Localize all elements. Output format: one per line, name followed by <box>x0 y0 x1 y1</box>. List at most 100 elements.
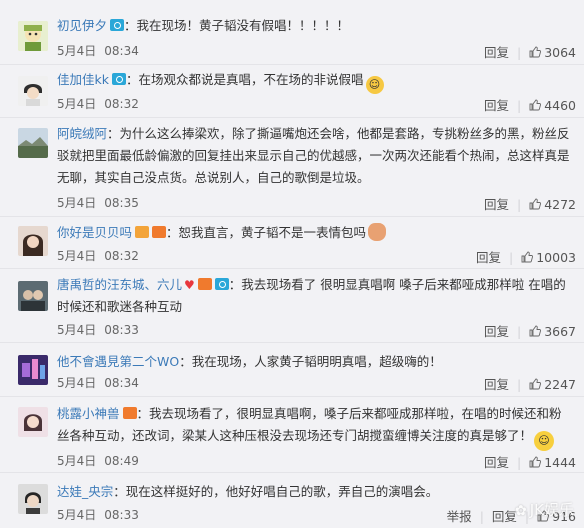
avatar[interactable] <box>18 407 48 437</box>
crown-icon <box>135 226 150 238</box>
comment-date: 5月4日 <box>57 97 97 111</box>
smirk-emoji-icon: ☺ <box>365 76 384 94</box>
comment-actions: 回复 | 2247 <box>484 374 576 393</box>
comment-text: 达娃_央宗：现在这样挺好的，他好好唱自己的歌，弄自己的演唱会。 <box>57 481 570 503</box>
avatar[interactable] <box>18 76 48 106</box>
reply-button[interactable]: 回复 <box>484 45 509 60</box>
like-button[interactable]: 4272 <box>529 197 576 212</box>
divider: | <box>516 98 522 113</box>
comment-actions: 回复 | 4460 <box>484 95 576 114</box>
comment-time: 08:32 <box>104 249 139 263</box>
comment-actions: 回复 | 3064 <box>484 42 576 61</box>
like-count: 10003 <box>536 250 576 265</box>
cam-icon <box>111 73 126 85</box>
reply-button[interactable]: 回复 <box>484 455 509 470</box>
like-count: 4460 <box>544 98 576 113</box>
like-button[interactable]: 3064 <box>529 45 576 60</box>
comment-text: 初见伊夕 ：我在现场！黄子韬没有假唱！！！！！ <box>57 15 570 37</box>
comment-meta: 5月4日 08:34 <box>57 42 147 59</box>
divider: | <box>509 250 514 265</box>
avatar[interactable] <box>18 226 48 256</box>
comment-date: 5月4日 <box>57 376 97 390</box>
thumb-up-icon <box>529 456 542 468</box>
comment-date: 5月4日 <box>57 196 97 210</box>
thumb-up-icon <box>529 46 542 58</box>
like-count: 1444 <box>544 455 576 470</box>
like-count: 4272 <box>544 197 576 212</box>
thumb-up-icon <box>529 99 542 111</box>
comment-time: 08:33 <box>104 323 139 337</box>
comment-date: 5月4日 <box>57 44 97 58</box>
username-link[interactable]: 佳加佳kk <box>57 72 109 87</box>
reply-button[interactable]: 回复 <box>492 509 517 524</box>
comment-text: 佳加佳kk ：在场观众都说是真唱，不在场的非说假唱 ☺ <box>57 69 570 94</box>
username-link[interactable]: 你好是贝贝吗 <box>57 225 132 240</box>
comment-item: 你好是贝贝吗 ：恕我直言，黄子韬不是一表情包吗 5月4日 08:32 回复 | 1000… <box>0 217 584 269</box>
vip-icon <box>197 278 212 290</box>
reply-button[interactable]: 回复 <box>476 250 501 265</box>
avatar[interactable] <box>18 355 48 385</box>
reply-button[interactable]: 回复 <box>484 377 509 392</box>
like-count: 2247 <box>544 377 576 392</box>
comment-item: 达娃_央宗：现在这样挺好的，他好好唱自己的歌，弄自己的演唱会。 5月4日 08:3… <box>0 473 584 528</box>
comment-meta: 5月4日 08:32 <box>57 247 147 264</box>
comment-meta: 5月4日 08:33 <box>57 321 147 338</box>
comment-body: ：我在现场！黄子韬没有假唱！！！！！ <box>124 18 350 33</box>
poop-emoji-icon <box>368 223 387 241</box>
thumb-up-icon <box>521 251 534 263</box>
watermark-text: JK娱乐 <box>529 501 574 519</box>
like-button[interactable]: 4460 <box>529 98 576 113</box>
wechat-logo-icon: ✿ <box>515 503 527 519</box>
thumb-up-icon <box>529 378 542 390</box>
comment-item: 佳加佳kk ：在场观众都说是真唱，不在场的非说假唱 ☺ 5月4日 08:32 回复 | 4… <box>0 65 584 118</box>
comment-date: 5月4日 <box>57 323 97 337</box>
comment-body: ：现在这样挺好的，他好好唱自己的歌，弄自己的演唱会。 <box>113 484 439 499</box>
avatar[interactable] <box>18 281 48 311</box>
thumb-up-icon <box>529 325 542 337</box>
avatar[interactable] <box>18 128 48 158</box>
reply-button[interactable]: 回复 <box>484 324 509 339</box>
smile-emoji-icon: ☺ <box>534 431 555 451</box>
like-button[interactable]: 3667 <box>529 324 576 339</box>
comment-text: 桃露小神兽 ：我去现场看了，很明显真唱啊，嗓子后来都哑成那样啦，在唱的时候还和粉丝… <box>57 403 570 451</box>
comment-item: 他不會遇見第二个WO：我在现场，人家黄子韬明明真唱，超级嗨的！ 5月4日 08:3… <box>0 343 584 397</box>
username-link[interactable]: 初见伊夕 <box>57 18 107 33</box>
comment-body: ：在场观众都说是真唱，不在场的非说假唱 <box>125 72 364 87</box>
username-link[interactable]: 桃露小神兽 <box>57 406 120 421</box>
username-link[interactable]: 他不會遇見第二个WO <box>57 354 179 369</box>
comment-time: 08:34 <box>104 376 139 390</box>
like-button[interactable]: 1444 <box>529 455 576 470</box>
comment-meta: 5月4日 08:32 <box>57 95 147 112</box>
comment-time: 08:32 <box>104 97 139 111</box>
username-link[interactable]: 唐禹哲的汪东城、六儿 <box>57 277 182 292</box>
avatar[interactable] <box>18 21 48 51</box>
comment-date: 5月4日 <box>57 249 97 263</box>
divider: | <box>516 377 522 392</box>
like-count: 3667 <box>544 324 576 339</box>
comment-body: ：恕我直言，黄子韬不是一表情包吗 <box>166 225 367 240</box>
comment-item: 桃露小神兽 ：我去现场看了，很明显真唱啊，嗓子后来都哑成那样啦，在唱的时候还和粉丝… <box>0 397 584 473</box>
comment-item: 唐禹哲的汪东城、六儿 ♥ ：我去现场看了 很明显真唱啊 嗓子后来都哑成那样啦 在唱的… <box>0 269 584 343</box>
divider: | <box>516 455 522 470</box>
comment-time: 08:49 <box>104 454 139 468</box>
comment-body: ：我在现场，人家黄子韬明明真唱，超级嗨的！ <box>179 354 442 369</box>
cam-icon <box>214 278 229 290</box>
username-link[interactable]: 阿皖绒阿 <box>57 126 107 141</box>
comment-meta: 5月4日 08:34 <box>57 374 147 391</box>
watermark: ✿ JK娱乐 <box>515 499 574 520</box>
reply-button[interactable]: 回复 <box>484 98 509 113</box>
like-count: 3064 <box>544 45 576 60</box>
thumb-up-icon <box>529 198 542 210</box>
username-link[interactable]: 达娃_央宗 <box>57 484 113 499</box>
like-button[interactable]: 10003 <box>521 250 576 265</box>
comment-actions: 回复 | 1444 <box>484 452 576 471</box>
like-button[interactable]: 2247 <box>529 377 576 392</box>
avatar[interactable] <box>18 484 48 514</box>
divider: | <box>516 45 522 60</box>
reply-button[interactable]: 回复 <box>484 197 509 212</box>
heart-icon: ♥ <box>184 278 195 292</box>
vip-icon <box>122 407 137 419</box>
report-button[interactable]: 举报 <box>447 509 472 524</box>
comment-time: 08:35 <box>104 196 139 210</box>
comment-item: 阿皖绒阿：为什么这么捧梁欢，除了撕逼嘴炮还会啥，他都是套路，专挑粉丝多的黑，粉丝… <box>0 118 584 217</box>
